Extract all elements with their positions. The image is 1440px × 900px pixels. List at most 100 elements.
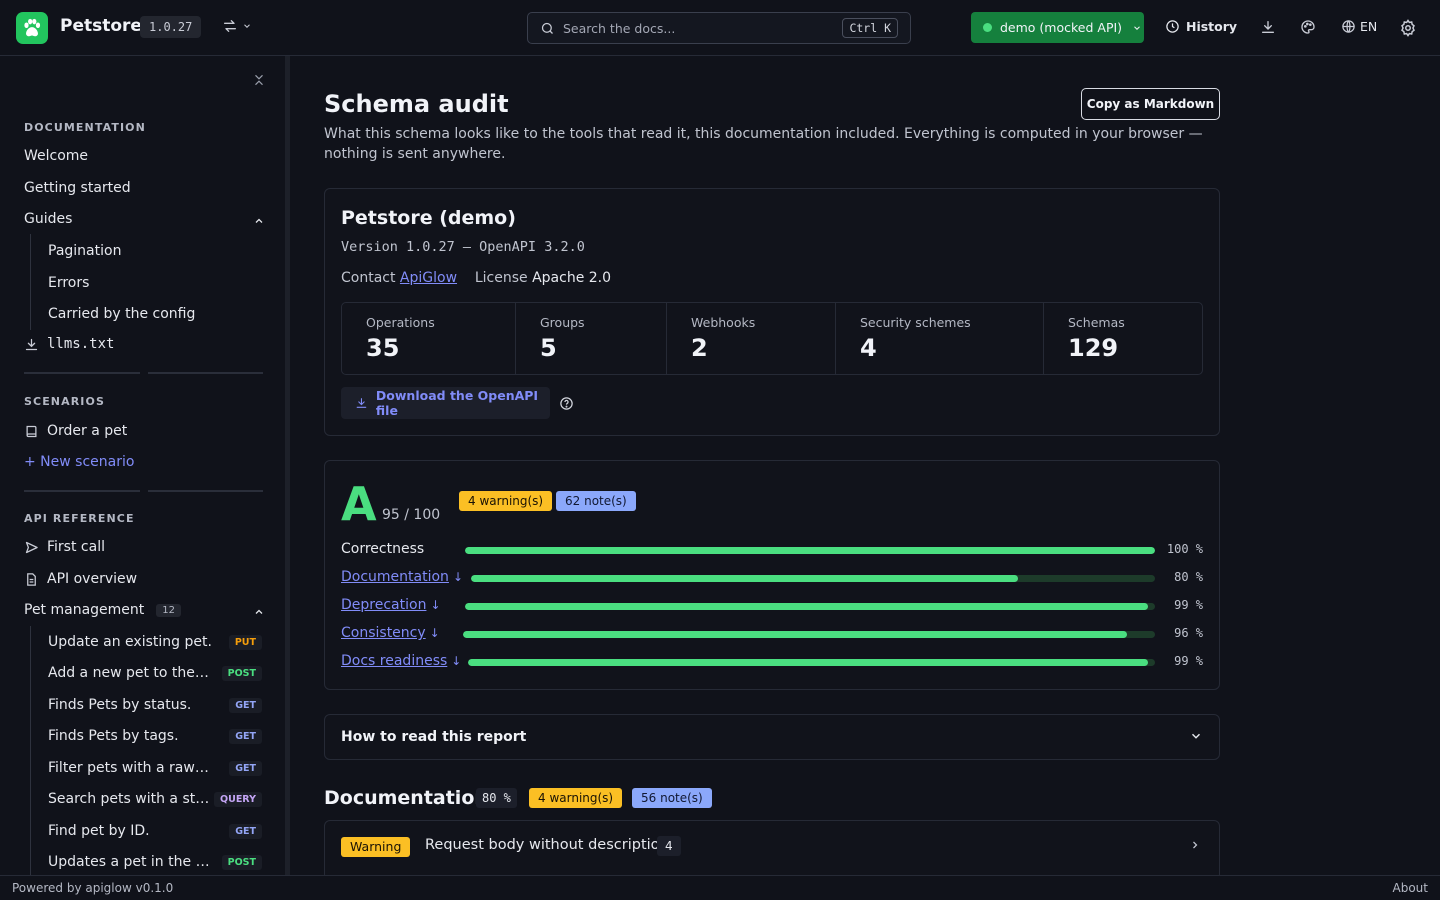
stat-label: Groups	[540, 315, 585, 330]
sidebar-endpoint-item[interactable]: Finds Pets by tags. GET	[48, 728, 262, 744]
arrow-down-icon: ↓	[429, 626, 440, 640]
copy-markdown-button[interactable]: Copy as Markdown	[1081, 88, 1220, 120]
swap-arrows-icon	[224, 20, 236, 32]
clock-icon	[1166, 20, 1179, 33]
version-switch-button[interactable]	[222, 18, 252, 34]
paw-logo-icon[interactable]	[16, 12, 48, 44]
powered-by[interactable]: Powered by apiglow v0.1.0	[12, 881, 173, 895]
endpoint-label: Finds Pets by status.	[48, 697, 192, 713]
how-to-read-accordion[interactable]: How to read this report	[324, 714, 1220, 760]
sidebar-endpoint-item[interactable]: Filter pets with a raw qu... GET	[48, 760, 262, 776]
progress-percent: 99 %	[1174, 654, 1203, 668]
language-button[interactable]: EN	[1341, 19, 1377, 34]
contact-link[interactable]: ApiGlow	[400, 270, 457, 286]
sidebar-endpoint-item[interactable]: Update an existing pet. PUT	[48, 634, 262, 650]
language-label: EN	[1360, 19, 1378, 34]
sidebar-endpoint-item[interactable]: Find pet by ID. GET	[48, 823, 262, 839]
environment-select[interactable]: demo (mocked API)	[971, 12, 1144, 43]
sidebar-item-pagination[interactable]: Pagination	[48, 243, 121, 259]
sidebar-item-llms-txt[interactable]: llms.txt	[24, 336, 114, 352]
divider	[24, 372, 140, 374]
method-badge: QUERY	[214, 791, 262, 807]
sidebar-item-api-overview[interactable]: API overview	[24, 571, 137, 587]
score-category-link[interactable]: Documentation ↓	[341, 569, 463, 585]
sidebar-item-first-call[interactable]: First call	[24, 539, 105, 555]
stat-value: 35	[366, 334, 400, 362]
sidebar-item-errors[interactable]: Errors	[48, 275, 89, 291]
arrow-down-icon: ↓	[452, 570, 463, 584]
history-button[interactable]: History	[1165, 19, 1237, 34]
search-box[interactable]: Ctrl K	[527, 12, 911, 44]
sidebar-item-carried-by-config[interactable]: Carried by the config	[48, 306, 195, 322]
divider	[24, 490, 140, 492]
search-input[interactable]	[563, 20, 823, 36]
sidebar-endpoint-item[interactable]: Finds Pets by status. GET	[48, 697, 262, 713]
search-shortcut: Ctrl K	[842, 18, 898, 38]
stat-label: Schemas	[1068, 315, 1125, 330]
stat-operations: Operations 35	[342, 303, 516, 374]
divider	[148, 372, 263, 374]
sidebar-endpoint-item[interactable]: Search pets with a stru... QUERY	[48, 791, 262, 807]
score-category-link[interactable]: Docs readiness ↓	[341, 653, 461, 669]
sidebar-item-welcome[interactable]: Welcome	[24, 148, 88, 164]
score-bar-row: Deprecation ↓ 99 %	[341, 597, 1203, 617]
progress-bar-track	[465, 547, 1155, 554]
about-link[interactable]: About	[1393, 881, 1428, 895]
stat-value: 129	[1068, 334, 1119, 362]
divider	[148, 490, 263, 492]
book-icon	[26, 425, 37, 437]
footer: Powered by apiglow v0.1.0 About	[0, 875, 1440, 900]
search-icon	[541, 22, 553, 34]
arrow-down-icon: ↓	[430, 598, 441, 612]
settings-button[interactable]	[1399, 19, 1417, 37]
stat-security-schemes: Security schemes 4	[836, 303, 1044, 374]
collapse-sidebar-button[interactable]	[252, 72, 266, 88]
page-title: Schema audit	[324, 90, 509, 118]
environment-label: demo (mocked API)	[1000, 20, 1123, 35]
progress-bar-track	[463, 631, 1155, 638]
score-category-link[interactable]: Consistency ↓	[341, 625, 440, 641]
progress-bar-fill	[465, 547, 1155, 554]
sidebar-endpoint-item[interactable]: Add a new pet to the st... POST	[48, 665, 262, 681]
api-meta: Contact ApiGlow License Apache 2.0	[341, 270, 611, 286]
sidebar-item-pet-management[interactable]: Pet management 12	[24, 602, 182, 618]
category-name: Correctness	[341, 541, 425, 557]
score-card: A 95 / 100 4 warning(s) 62 note(s) Corre…	[324, 460, 1220, 690]
endpoint-label: Finds Pets by tags.	[48, 728, 179, 744]
sidebar-item-order-a-pet[interactable]: Order a pet	[24, 423, 127, 439]
category-name: Consistency	[341, 625, 426, 641]
progress-percent: 100 %	[1166, 542, 1203, 556]
download-icon	[25, 338, 38, 350]
endpoint-label: Update an existing pet.	[48, 634, 212, 650]
section-percent: 80 %	[476, 788, 517, 808]
download-openapi-button[interactable]: Download the OpenAPI file	[341, 387, 550, 419]
help-circle-icon	[560, 397, 573, 410]
help-button[interactable]	[559, 396, 574, 411]
finding-row[interactable]: Warning Request body without description…	[324, 820, 1220, 875]
collapse-icon	[255, 74, 263, 86]
sidebar-endpoint-item[interactable]: Updates a pet in the st... POST	[48, 854, 262, 870]
sidebar-item-guides[interactable]: Guides	[24, 211, 72, 227]
score-category-link[interactable]: Deprecation ↓	[341, 597, 441, 613]
warnings-badge: 4 warning(s)	[459, 491, 553, 511]
theme-button[interactable]	[1300, 19, 1316, 35]
sidebar-item-getting-started[interactable]: Getting started	[24, 180, 131, 196]
chevron-up-icon[interactable]	[253, 606, 265, 618]
api-overview-label: API overview	[47, 571, 138, 587]
chevron-down-icon	[244, 24, 250, 28]
category-name: Documentation	[341, 569, 449, 585]
severity-badge: Warning	[341, 837, 411, 857]
page-description: What this schema looks like to the tools…	[324, 126, 1203, 162]
stat-schemas: Schemas 129	[1044, 303, 1202, 374]
section-title-documentation: DOCUMENTATION	[24, 121, 146, 134]
progress-percent: 96 %	[1174, 626, 1203, 640]
progress-bar-fill	[471, 575, 1019, 582]
stat-label: Security schemes	[860, 315, 971, 330]
download-button[interactable]	[1260, 19, 1276, 35]
tree-line	[30, 626, 31, 876]
app-name[interactable]: Petstore	[60, 16, 142, 36]
new-scenario-link[interactable]: + New scenario	[24, 454, 134, 470]
section-notes-badge: 56 note(s)	[632, 788, 712, 808]
chevron-up-icon[interactable]	[253, 215, 265, 227]
count-badge: 12	[156, 603, 182, 617]
